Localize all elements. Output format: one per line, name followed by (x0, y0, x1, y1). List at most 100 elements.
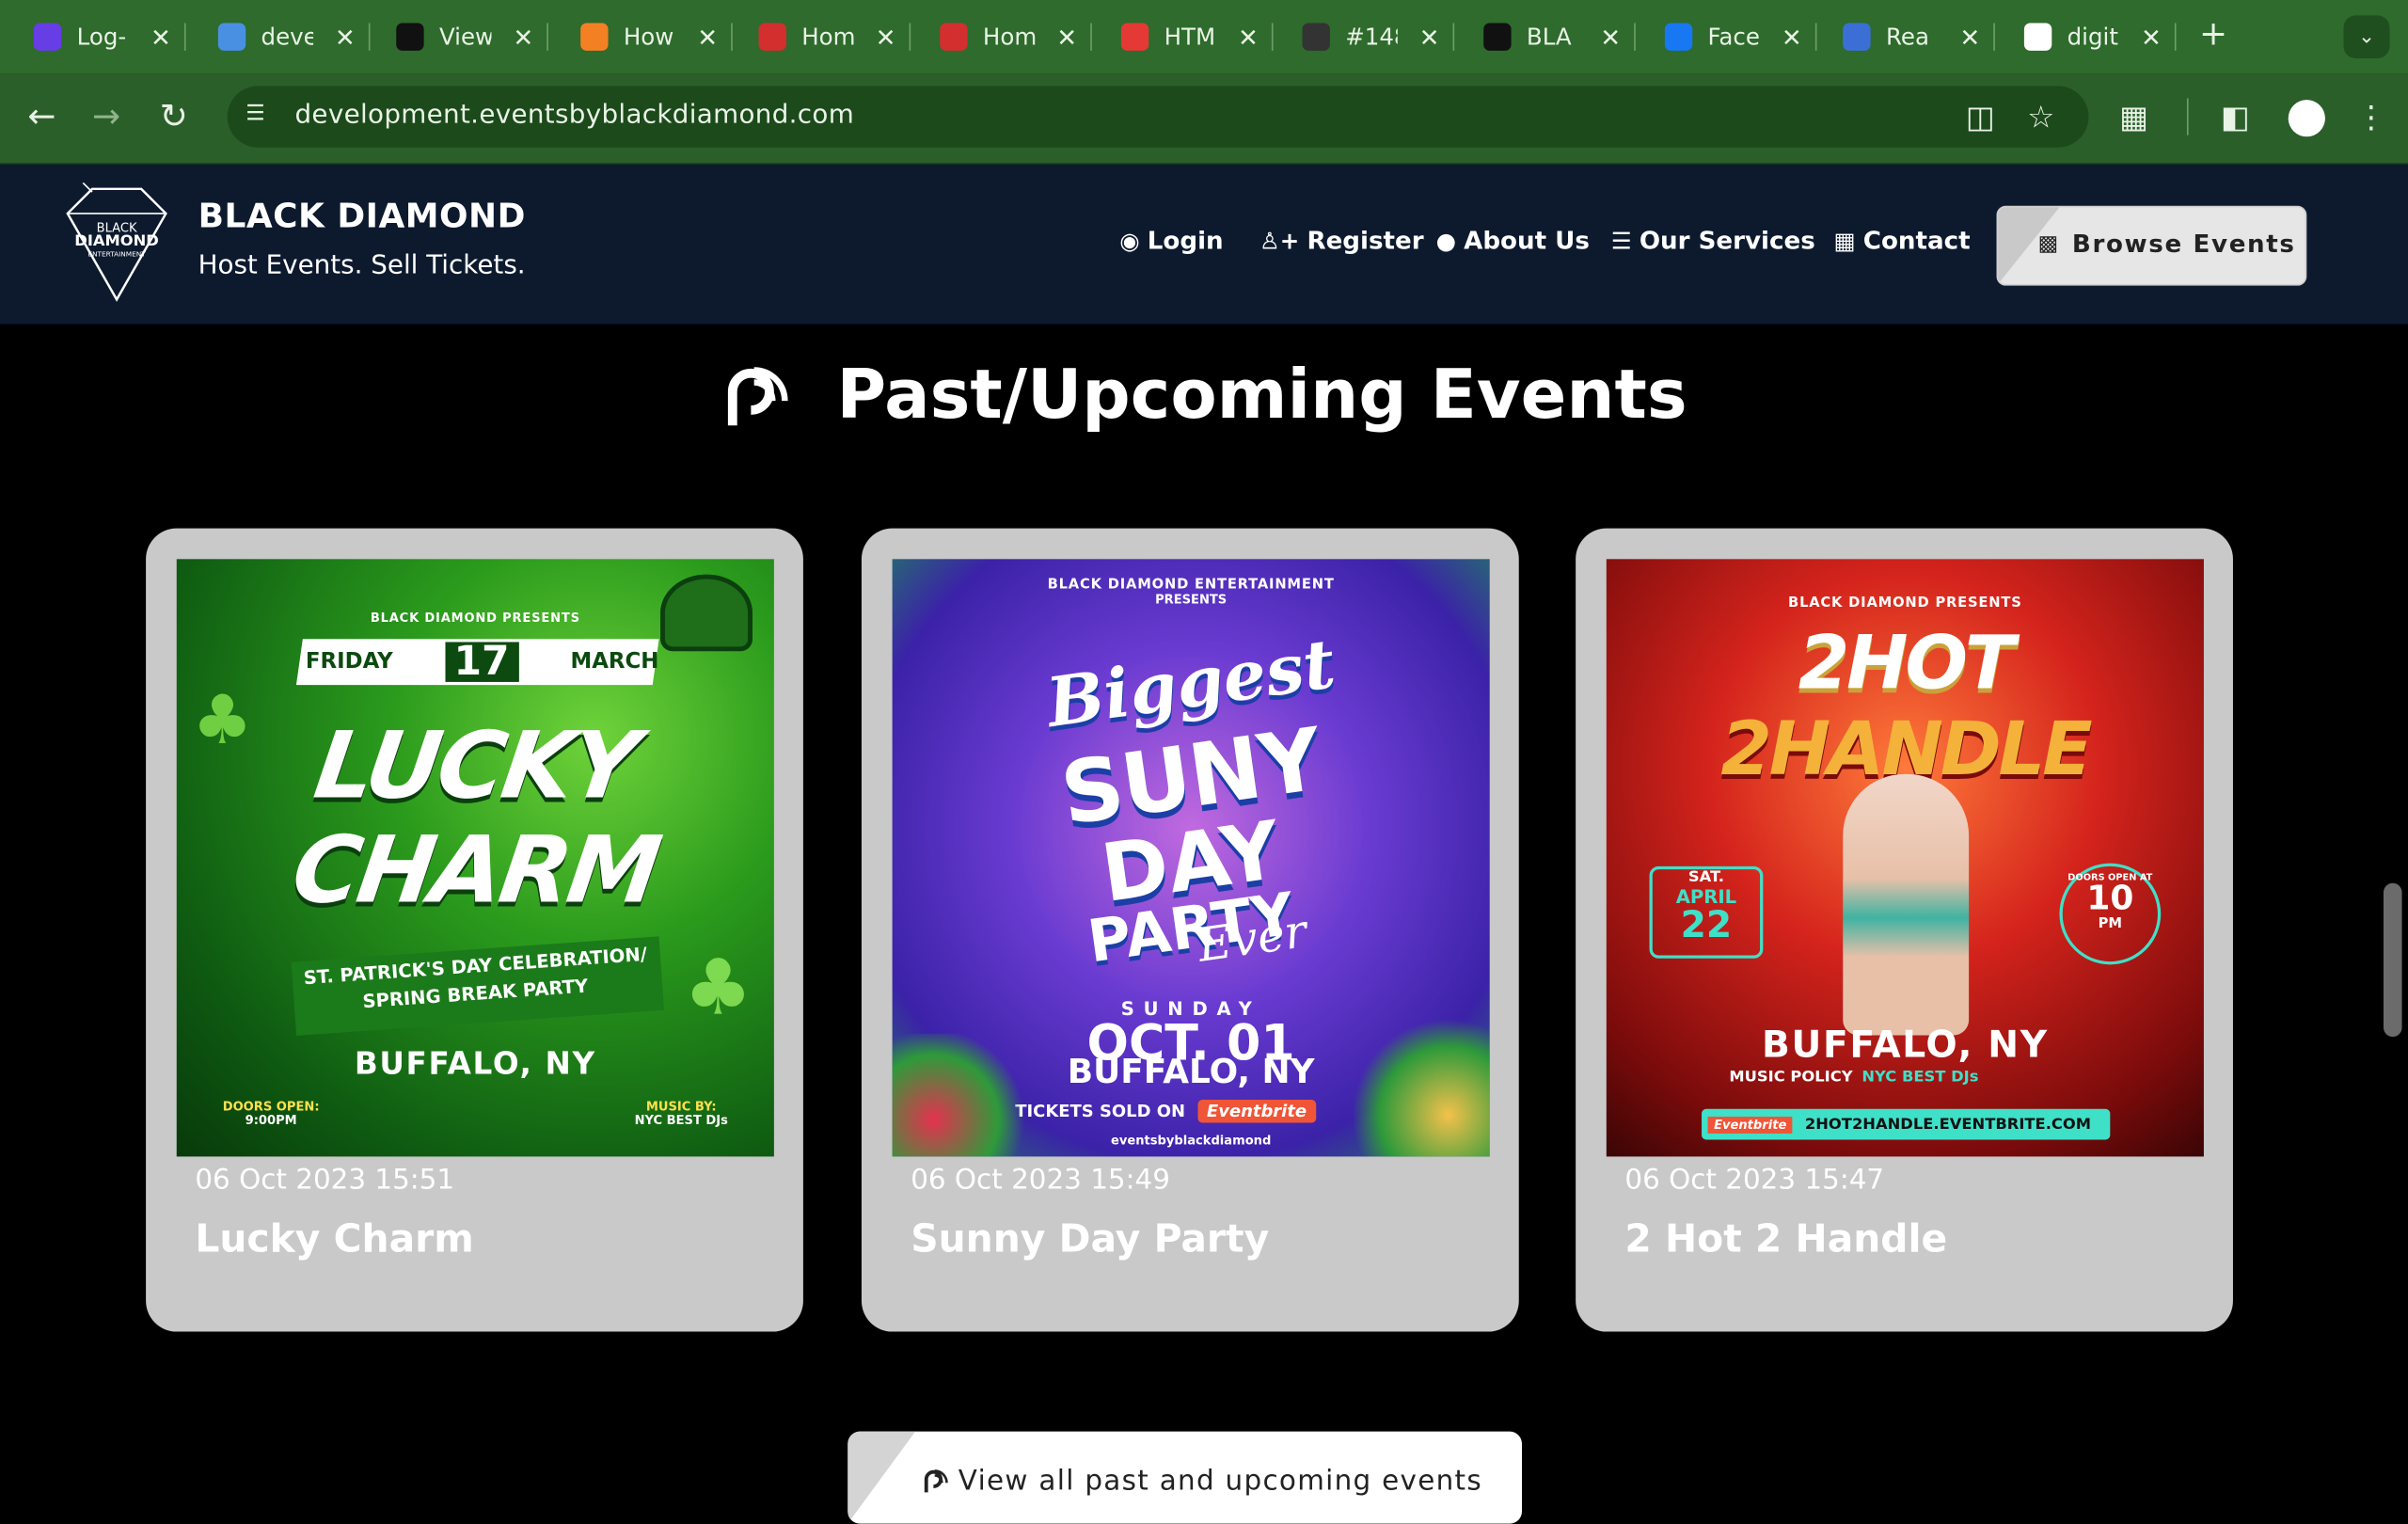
close-tab-icon[interactable]: ✕ (1056, 23, 1077, 52)
tab-search-button[interactable]: ⌄ (2343, 15, 2390, 59)
browser-tab[interactable]: View ✕ (396, 12, 549, 61)
extensions-icon[interactable]: ▦ (2119, 98, 2148, 135)
event-title[interactable]: 2 Hot 2 Handle (1624, 1216, 1947, 1261)
event-date: 06 Oct 2023 15:47 (1624, 1164, 1885, 1197)
back-icon[interactable]: ← (27, 98, 55, 136)
browser-tab[interactable]: Hom ✕ (758, 12, 911, 61)
event-date: 06 Oct 2023 15:49 (911, 1164, 1170, 1197)
calendar-icon: ▩ (2037, 230, 2060, 256)
poster-headline-2: CHARM (286, 817, 665, 925)
site-header: BLACK DIAMOND ENTERTAINMENT BLACK DIAMON… (0, 164, 2408, 325)
address-bar[interactable]: ☰ development.eventsbyblackdiamond.com ◫… (227, 86, 2089, 148)
tropical-flower-decor (1351, 1018, 1490, 1157)
event-title[interactable]: Lucky Charm (195, 1216, 473, 1261)
reload-icon[interactable]: ↻ (160, 98, 188, 136)
event-card-2-hot-2-handle[interactable]: BLACK DIAMOND PRESENTS 2HOT 2HANDLE SAT.… (1576, 528, 2233, 1332)
poster-eventbrite-badge: Eventbrite (1197, 1100, 1316, 1123)
performer-figure (1843, 773, 1970, 1036)
browser-tab[interactable]: Log- ✕ (33, 12, 187, 61)
map-marker-icon: ● (1435, 226, 1456, 255)
install-app-icon[interactable]: ◫ (1966, 98, 1995, 135)
tab-title: BLA (1526, 23, 1572, 51)
event-poster-2-hot-2-handle[interactable]: BLACK DIAMOND PRESENTS 2HOT 2HANDLE SAT.… (1606, 559, 2204, 1157)
close-tab-icon[interactable]: ✕ (150, 23, 171, 52)
close-tab-icon[interactable]: ✕ (1782, 23, 1802, 52)
button-accent-triangle (848, 1431, 916, 1524)
svg-text:ENTERTAINMENT: ENTERTAINMENT (87, 250, 146, 259)
tab-divider (2175, 23, 2178, 51)
record-icon (1120, 23, 1149, 51)
tab-title: View (438, 23, 492, 51)
section-title-text: Past/Upcoming Events (836, 356, 1687, 436)
poster-date-num: 17 (444, 642, 519, 682)
black-diamond-logo[interactable]: BLACK DIAMOND ENTERTAINMENT (61, 183, 172, 306)
browser-tab[interactable]: #148 ✕ (1302, 12, 1455, 61)
tab-divider (1090, 23, 1093, 51)
new-tab-button[interactable]: + (2199, 15, 2227, 54)
browser-tab[interactable]: How ✕ (580, 12, 734, 61)
poster-doors: DOORS OPEN: 9:00PM (222, 1100, 320, 1128)
browser-tab[interactable]: BLA ✕ (1483, 12, 1637, 61)
section-title: Past/Upcoming Events (0, 357, 2408, 435)
close-tab-icon[interactable]: ✕ (876, 23, 896, 52)
podcast-icon (924, 1468, 948, 1492)
close-tab-icon[interactable]: ✕ (1238, 23, 1259, 52)
event-poster-sunny-day-party[interactable]: BLACK DIAMOND ENTERTAINMENT PRESENTS Big… (892, 559, 1490, 1157)
fingerprint-icon: ◉ (1119, 226, 1140, 255)
side-panel-icon[interactable]: ◧ (2221, 98, 2250, 135)
menu-kebab-icon[interactable]: ⋮ (2356, 98, 2387, 135)
browser-tab[interactable]: deve ✕ (217, 12, 372, 61)
page-scrollbar[interactable] (2383, 882, 2402, 1038)
close-tab-icon[interactable]: ✕ (513, 23, 533, 52)
brand-title[interactable]: BLACK DIAMOND (198, 198, 526, 237)
browser-tab[interactable]: Face ✕ (1664, 12, 1818, 61)
poster-presents-2: PRESENTS (1155, 593, 1228, 607)
poster-music-row: MUSIC POLICY NYC BEST DJs (1729, 1069, 1979, 1087)
bookmark-star-icon[interactable]: ☆ (2027, 98, 2054, 135)
event-card-lucky-charm[interactable]: BLACK DIAMOND PRESENTS FRIDAY 17 MARCH L… (146, 528, 803, 1332)
forward-icon[interactable]: → (92, 98, 120, 136)
browser-tab[interactable]: HTM ✕ (1120, 12, 1275, 61)
tab-title: deve (261, 23, 314, 51)
tab-divider (910, 23, 911, 51)
nav-about-us[interactable]: ● About Us (1436, 226, 1590, 255)
nav-about-label: About Us (1464, 226, 1590, 256)
view-all-events-button[interactable]: View all past and upcoming events (848, 1431, 1523, 1524)
event-poster-lucky-charm[interactable]: BLACK DIAMOND PRESENTS FRIDAY 17 MARCH L… (176, 559, 774, 1157)
browser-tab[interactable]: Rea ✕ (1843, 12, 1996, 61)
tab-divider (1815, 23, 1818, 51)
nav-our-services[interactable]: ☰ Our Services (1611, 226, 1815, 255)
browse-events-button[interactable]: ▩ Browse Events (1996, 205, 2307, 286)
close-tab-icon[interactable]: ✕ (1959, 23, 1980, 52)
browser-tab[interactable]: Hom ✕ (940, 12, 1093, 61)
nav-register[interactable]: ♙+ Register (1259, 226, 1424, 255)
poster-tickets-row: TICKETS SOLD ON Eventbrite (1015, 1100, 1316, 1123)
hostinger-icon (33, 23, 62, 51)
globe-icon (217, 23, 246, 51)
y-icon (940, 23, 968, 51)
nav-contact[interactable]: ▦ Contact (1833, 226, 1970, 255)
profile-avatar[interactable] (2288, 100, 2325, 137)
site-icon (396, 23, 424, 51)
browser-tab[interactable]: digit ✕ (2023, 12, 2178, 61)
close-tab-icon[interactable]: ✕ (1600, 23, 1621, 52)
tab-title: How (623, 23, 674, 51)
url-text[interactable]: development.eventsbyblackdiamond.com (294, 100, 854, 131)
view-all-label: View all past and upcoming events (958, 1465, 1483, 1498)
close-tab-icon[interactable]: ✕ (1419, 23, 1440, 52)
site-settings-icon[interactable]: ☰ (246, 102, 273, 129)
tab-divider (1453, 23, 1455, 51)
browser-toolbar: ← → ↻ ☰ development.eventsbyblackdiamond… (0, 73, 2408, 165)
event-card-sunny-day-party[interactable]: BLACK DIAMOND ENTERTAINMENT PRESENTS Big… (861, 528, 1519, 1332)
event-title[interactable]: Sunny Day Party (911, 1216, 1269, 1261)
user-plus-icon: ♙+ (1259, 226, 1300, 255)
poster-time-badge: DOORS OPEN AT 10 PM (2059, 863, 2162, 965)
shamrock-icon: ♣ (192, 681, 253, 761)
poster-presents-1: BLACK DIAMOND ENTERTAINMENT (1047, 577, 1335, 594)
tropical-flower-decor (892, 1033, 1031, 1157)
close-tab-icon[interactable]: ✕ (2141, 23, 2162, 52)
close-tab-icon[interactable]: ✕ (335, 23, 356, 52)
close-tab-icon[interactable]: ✕ (697, 23, 718, 52)
nav-login[interactable]: ◉ Login (1119, 226, 1223, 255)
poster-day: FRIDAY (305, 649, 393, 675)
